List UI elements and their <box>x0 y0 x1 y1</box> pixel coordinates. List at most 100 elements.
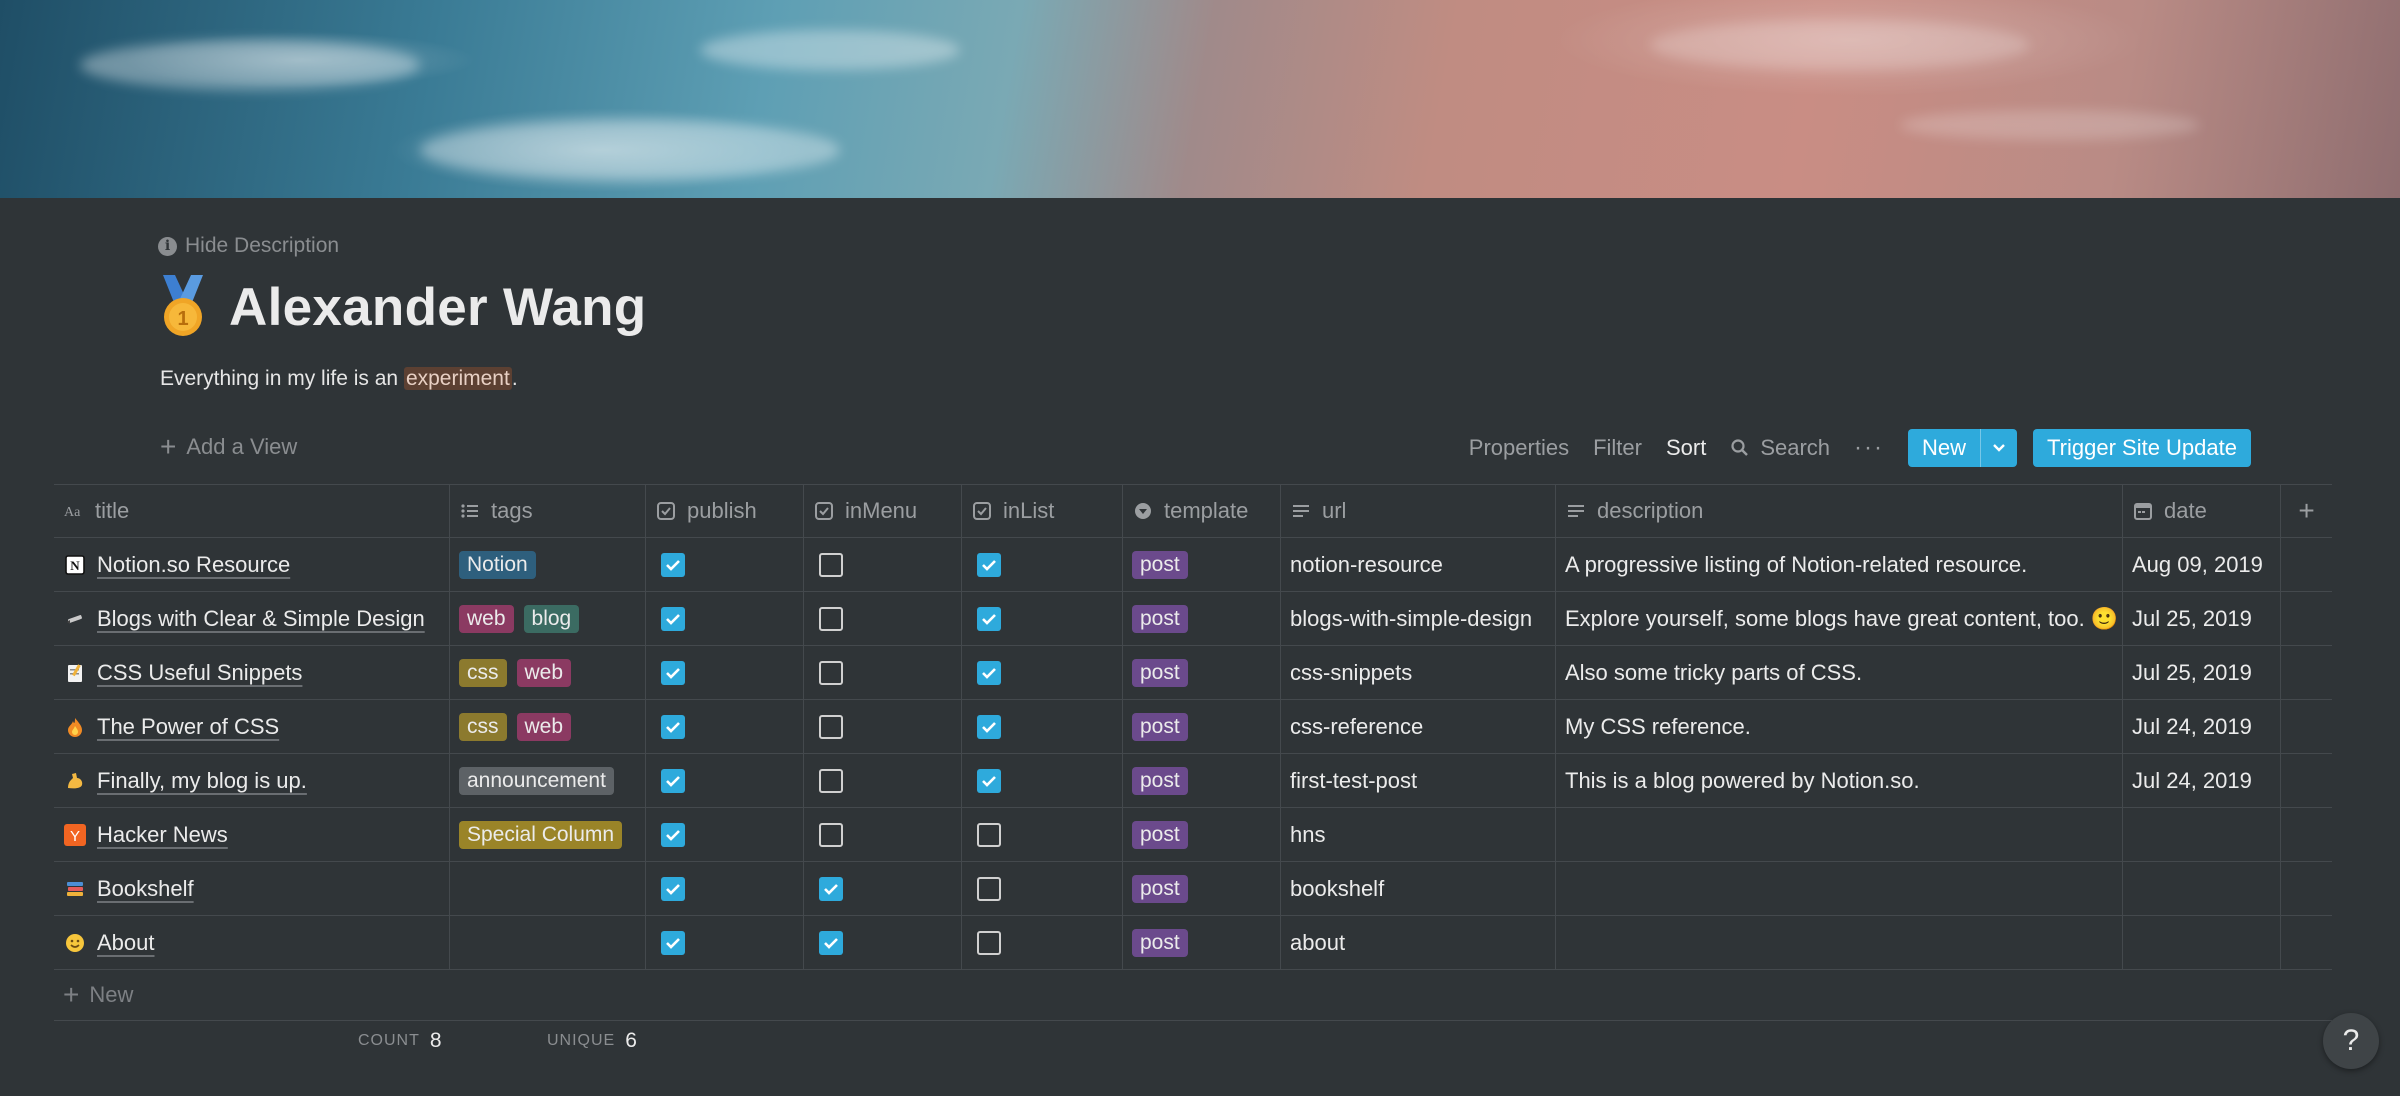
publish-checkbox[interactable] <box>661 768 685 793</box>
inmenu-checkbox[interactable] <box>819 876 843 901</box>
table-row[interactable]: Blogs with Clear & Simple Design web blog… <box>54 592 2332 646</box>
column-header-inlist[interactable]: inList <box>962 485 1123 537</box>
template-cell[interactable]: post <box>1123 538 1281 591</box>
url-cell[interactable]: blogs-with-simple-design <box>1281 592 1556 645</box>
publish-checkbox[interactable] <box>661 822 685 847</box>
inlist-cell[interactable] <box>962 754 1123 807</box>
tags-cell[interactable]: css web <box>450 646 646 699</box>
count-calculation[interactable]: COUNT 8 <box>358 1029 442 1053</box>
help-button[interactable]: ? <box>2323 1013 2379 1069</box>
table-row[interactable]: Y Hacker News Special Column post hns <box>54 808 2332 862</box>
template-cell[interactable]: post <box>1123 646 1281 699</box>
column-header-date[interactable]: date <box>2123 485 2281 537</box>
column-header-description[interactable]: description <box>1556 485 2123 537</box>
inlist-cell[interactable] <box>962 646 1123 699</box>
inlist-checkbox[interactable] <box>977 822 1001 847</box>
inmenu-cell[interactable] <box>804 862 962 915</box>
fire-icon[interactable] <box>63 715 87 739</box>
url-cell[interactable]: bookshelf <box>1281 862 1556 915</box>
table-row[interactable]: Finally, my blog is up. announcement pos… <box>54 754 2332 808</box>
flexed-biceps-icon[interactable] <box>63 769 87 793</box>
properties-button[interactable]: Properties <box>1469 435 1569 461</box>
page-title[interactable]: Alexander Wang <box>229 277 647 338</box>
inlist-checkbox[interactable] <box>977 930 1001 955</box>
publish-cell[interactable] <box>646 700 804 753</box>
column-header-publish[interactable]: publish <box>646 485 804 537</box>
search-button[interactable]: Search <box>1730 435 1830 461</box>
page-link[interactable]: About <box>97 930 155 956</box>
sort-button[interactable]: Sort <box>1666 435 1706 461</box>
inmenu-checkbox[interactable] <box>819 606 843 631</box>
inlist-checkbox[interactable] <box>977 660 1001 685</box>
notion-icon[interactable]: N <box>63 553 87 577</box>
url-cell[interactable]: css-reference <box>1281 700 1556 753</box>
date-cell[interactable] <box>2123 916 2281 969</box>
date-cell[interactable]: Jul 24, 2019 <box>2123 754 2281 807</box>
unique-calculation[interactable]: UNIQUE 6 <box>547 1029 637 1053</box>
url-cell[interactable]: about <box>1281 916 1556 969</box>
date-cell[interactable] <box>2123 808 2281 861</box>
add-column-button[interactable]: + <box>2281 485 2332 537</box>
chevron-down-icon[interactable] <box>1980 429 2017 467</box>
publish-cell[interactable] <box>646 862 804 915</box>
page-link[interactable]: Blogs with Clear & Simple Design <box>97 606 425 632</box>
inmenu-cell[interactable] <box>804 646 962 699</box>
template-cell[interactable]: post <box>1123 754 1281 807</box>
description-cell[interactable]: This is a blog powered by Notion.so. <box>1556 754 2123 807</box>
column-header-template[interactable]: template <box>1123 485 1281 537</box>
column-header-title[interactable]: Aa title <box>54 485 450 537</box>
inlist-checkbox[interactable] <box>977 768 1001 793</box>
title-cell[interactable]: CSS Useful Snippets <box>54 646 450 699</box>
table-row[interactable]: CSS Useful Snippets css web post css-snip… <box>54 646 2332 700</box>
url-cell[interactable]: notion-resource <box>1281 538 1556 591</box>
url-cell[interactable]: hns <box>1281 808 1556 861</box>
new-button[interactable]: New <box>1908 429 2018 467</box>
books-icon[interactable] <box>63 877 87 901</box>
table-row[interactable]: N Notion.so Resource Notion post notion-… <box>54 538 2332 592</box>
publish-checkbox[interactable] <box>661 714 685 739</box>
title-cell[interactable]: Blogs with Clear & Simple Design <box>54 592 450 645</box>
filter-button[interactable]: Filter <box>1593 435 1642 461</box>
publish-cell[interactable] <box>646 754 804 807</box>
date-cell[interactable]: Aug 09, 2019 <box>2123 538 2281 591</box>
hacker-news-icon[interactable]: Y <box>63 823 87 847</box>
description-cell[interactable] <box>1556 808 2123 861</box>
inmenu-cell[interactable] <box>804 700 962 753</box>
template-cell[interactable]: post <box>1123 916 1281 969</box>
memo-icon[interactable] <box>63 661 87 685</box>
title-cell[interactable]: About <box>54 916 450 969</box>
page-link[interactable]: Notion.so Resource <box>97 552 290 578</box>
table-row[interactable]: Bookshelf post bookshelf <box>54 862 2332 916</box>
title-cell[interactable]: Y Hacker News <box>54 808 450 861</box>
description-cell[interactable]: Explore yourself, some blogs have great … <box>1556 592 2123 645</box>
column-header-url[interactable]: url <box>1281 485 1556 537</box>
inmenu-checkbox[interactable] <box>819 822 843 847</box>
template-cell[interactable]: post <box>1123 700 1281 753</box>
tags-cell[interactable]: announcement <box>450 754 646 807</box>
inlist-cell[interactable] <box>962 916 1123 969</box>
medal-icon[interactable]: 1 <box>155 275 211 339</box>
tags-cell[interactable] <box>450 862 646 915</box>
pencil-icon[interactable] <box>63 607 87 631</box>
date-cell[interactable] <box>2123 862 2281 915</box>
inlist-cell[interactable] <box>962 862 1123 915</box>
inmenu-cell[interactable] <box>804 592 962 645</box>
template-cell[interactable]: post <box>1123 592 1281 645</box>
tags-cell[interactable] <box>450 916 646 969</box>
page-link[interactable]: Finally, my blog is up. <box>97 768 307 794</box>
inmenu-checkbox[interactable] <box>819 660 843 685</box>
page-link[interactable]: Bookshelf <box>97 876 194 902</box>
inlist-cell[interactable] <box>962 808 1123 861</box>
publish-checkbox[interactable] <box>661 930 685 955</box>
table-row[interactable]: The Power of CSS css web post css-referen… <box>54 700 2332 754</box>
inmenu-checkbox[interactable] <box>819 714 843 739</box>
description-cell[interactable]: Also some tricky parts of CSS. <box>1556 646 2123 699</box>
inlist-checkbox[interactable] <box>977 714 1001 739</box>
inlist-cell[interactable] <box>962 538 1123 591</box>
inmenu-cell[interactable] <box>804 754 962 807</box>
publish-cell[interactable] <box>646 916 804 969</box>
more-options-icon[interactable]: ··· <box>1854 434 1884 462</box>
publish-checkbox[interactable] <box>661 552 685 577</box>
page-link[interactable]: The Power of CSS <box>97 714 279 740</box>
inlist-checkbox[interactable] <box>977 552 1001 577</box>
